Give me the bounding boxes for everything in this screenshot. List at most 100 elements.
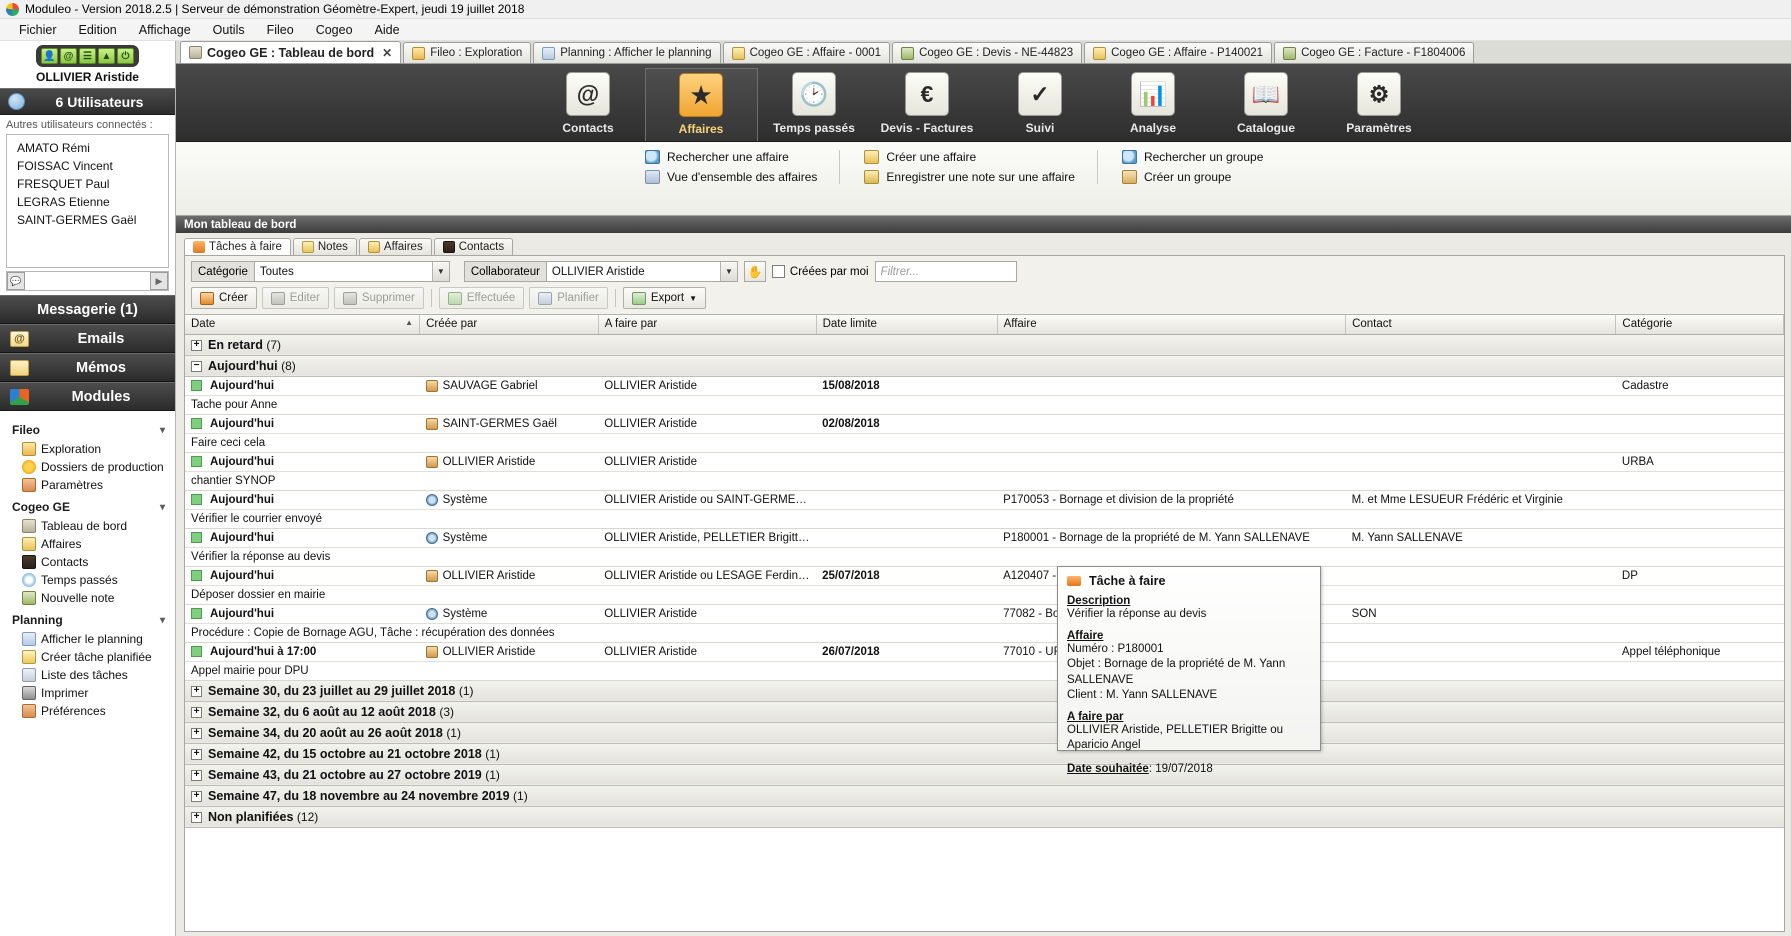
group-row-semaine-42[interactable]: + Semaine 42, du 15 octobre au 21 octobre… (185, 743, 1784, 765)
user-icon[interactable]: 👤 (41, 48, 58, 64)
table-row[interactable]: Aujourd'hui Système OLLIVIER Aristide, P… (185, 528, 1784, 548)
table-row-subtitle[interactable]: Faire ceci cela (185, 433, 1784, 453)
table-row[interactable]: Aujourd'hui à 17:00 OLLIVIER Aristide OL… (185, 642, 1784, 662)
table-row-subtitle[interactable]: Tache pour Anne (185, 395, 1784, 415)
tab-fileo-exploration[interactable]: Fileo : Exploration (403, 42, 532, 63)
tab-affaire-p140021[interactable]: Cogeo GE : Affaire - P140021 (1084, 42, 1273, 63)
table-row-subtitle[interactable]: Procédure : Copie de Bornage AGU, Tâche … (185, 623, 1784, 643)
table-row-subtitle[interactable]: Déposer dossier en mairie (185, 585, 1784, 605)
planifier-button[interactable]: Planifier (529, 287, 608, 309)
sidebar-item-imprimer[interactable]: Imprimer (0, 684, 175, 702)
expand-icon[interactable]: + (191, 685, 202, 697)
sidebar-item-dossiers-production[interactable]: Dossiers de production (0, 458, 175, 476)
editer-button[interactable]: Editer (261, 287, 329, 309)
table-row[interactable]: Aujourd'hui SAUVAGE Gabriel OLLIVIER Ari… (185, 376, 1784, 396)
link-enregistrer-note-affaire[interactable]: Enregistrer une note sur une affaire (864, 170, 1075, 184)
sidebar-item-preferences[interactable]: Préférences (0, 702, 175, 720)
supprimer-button[interactable]: Supprimer (333, 287, 424, 309)
col-date-limite[interactable]: Date limite (816, 315, 998, 335)
table-row-subtitle[interactable]: Appel mairie pour DPU (185, 661, 1784, 681)
contacts-icon[interactable]: ☰ (79, 48, 96, 64)
list-item[interactable]: SAINT-GERMES Gaël (7, 211, 168, 229)
export-button[interactable]: Export ▼ (622, 287, 706, 309)
chevron-down-icon[interactable]: ▼ (431, 262, 449, 281)
menu-aide[interactable]: Aide (364, 21, 411, 39)
tab-notes[interactable]: Notes (292, 238, 357, 255)
table-row[interactable]: Aujourd'hui SAINT-GERMES Gaël OLLIVIER A… (185, 414, 1784, 434)
sidebar-item-affaires[interactable]: Affaires (0, 535, 175, 553)
group-row-semaine-34[interactable]: + Semaine 34, du 20 août au 26 août 2018 … (185, 722, 1784, 744)
sidebar-item-tableau-de-bord[interactable]: Tableau de bord (0, 517, 175, 535)
col-affaire[interactable]: Affaire (997, 315, 1347, 335)
tab-taches-a-faire[interactable]: Tâches à faire (184, 238, 291, 255)
ribbon-contacts[interactable]: @ Contacts (532, 68, 645, 141)
connected-users-list[interactable]: AMATO Rémi FOISSAC Vincent FRESQUET Paul… (6, 134, 169, 268)
sidebar-item-afficher-planning[interactable]: Afficher le planning (0, 630, 175, 648)
menu-edition[interactable]: Edition (68, 21, 128, 39)
chevron-down-icon[interactable]: ▾ (160, 425, 165, 436)
col-a-faire-par[interactable]: A faire par (598, 315, 817, 335)
group-row-non-planifiees[interactable]: + Non planifiées (12) (185, 806, 1784, 828)
expand-icon[interactable]: + (191, 769, 202, 781)
col-categorie[interactable]: Catégorie (1615, 315, 1784, 335)
list-item[interactable]: FOISSAC Vincent (7, 157, 168, 175)
group-row-semaine-43[interactable]: + Semaine 43, du 21 octobre au 27 octobre… (185, 764, 1784, 786)
expand-icon[interactable]: + (191, 706, 202, 718)
group-row-aujourdhui[interactable]: − Aujourd'hui (8) (185, 355, 1784, 377)
list-item[interactable]: FRESQUET Paul (7, 175, 168, 193)
ribbon-affaires[interactable]: ★ Affaires (644, 68, 758, 141)
sidebar-bar-modules[interactable]: Modules (0, 382, 175, 411)
menu-fichier[interactable]: Fichier (8, 21, 68, 39)
sidebar-item-parametres-fileo[interactable]: Paramètres (0, 476, 175, 494)
sidebar-item-contacts[interactable]: Contacts (0, 553, 175, 571)
map-icon[interactable]: ▲ (98, 48, 115, 64)
table-row[interactable]: Aujourd'hui OLLIVIER Aristide OLLIVIER A… (185, 566, 1784, 586)
ribbon-devis-factures[interactable]: € Devis - Factures (871, 68, 984, 141)
chevron-down-icon[interactable]: ▾ (160, 615, 165, 626)
search-input[interactable]: Filtrer... (874, 261, 1017, 282)
tab-devis-ne-44823[interactable]: Cogeo GE : Devis - NE-44823 (892, 42, 1083, 63)
ribbon-analyse[interactable]: 📊 Analyse (1097, 68, 1210, 141)
tab-facture-f1804006[interactable]: Cogeo GE : Facture - F1804006 (1274, 42, 1475, 63)
list-item[interactable]: AMATO Rémi (7, 139, 168, 157)
nav-group-fileo[interactable]: Fileo ▾ (0, 417, 175, 440)
menu-outils[interactable]: Outils (202, 21, 256, 39)
sidebar-bar-emails[interactable]: @ Emails (0, 324, 175, 353)
expand-icon[interactable]: + (191, 748, 202, 760)
at-icon[interactable]: @ (60, 48, 77, 64)
link-vue-ensemble-affaires[interactable]: Vue d'ensemble des affaires (645, 170, 817, 184)
ribbon-parametres[interactable]: ⚙ Paramètres (1323, 68, 1436, 141)
creees-par-moi-checkbox[interactable]: Créées par moi (771, 265, 869, 278)
group-row-semaine-47[interactable]: + Semaine 47, du 18 novembre au 24 novemb… (185, 785, 1784, 807)
hand-icon[interactable]: ✋ (743, 261, 766, 282)
group-row-semaine-30[interactable]: + Semaine 30, du 23 juillet au 29 juillet… (185, 680, 1784, 702)
table-row[interactable]: Aujourd'hui Système OLLIVIER Aristide ou… (185, 490, 1784, 510)
col-creee-par[interactable]: Créée par (419, 315, 599, 335)
table-row[interactable]: Aujourd'hui Système OLLIVIER Aristide 77… (185, 604, 1784, 624)
ribbon-suivi[interactable]: ✓ Suivi (984, 68, 1097, 141)
effectuee-button[interactable]: Effectuée (438, 287, 525, 309)
checkbox-box[interactable] (771, 265, 785, 278)
categorie-select[interactable]: Toutes ▼ (253, 261, 450, 282)
sidebar-bar-messagerie[interactable]: Messagerie (1) (0, 295, 175, 324)
link-rechercher-un-groupe[interactable]: Rechercher un groupe (1121, 150, 1263, 164)
ribbon-catalogue[interactable]: 📖 Catalogue (1210, 68, 1323, 141)
table-row[interactable]: Aujourd'hui OLLIVIER Aristide OLLIVIER A… (185, 452, 1784, 472)
tab-affaire-0001[interactable]: Cogeo GE : Affaire - 0001 (722, 42, 891, 63)
sidebar-item-nouvelle-note[interactable]: Nouvelle note (0, 589, 175, 607)
table-row-subtitle[interactable]: Vérifier la réponse au devis (185, 547, 1784, 567)
chat-icon[interactable]: 💬 (7, 272, 25, 290)
menu-cogeo[interactable]: Cogeo (305, 21, 364, 39)
chevron-down-icon[interactable]: ▾ (160, 502, 165, 513)
sidebar-bar-memos[interactable]: Mémos (0, 353, 175, 382)
sidebar-item-liste-des-taches[interactable]: Liste des tâches (0, 666, 175, 684)
menu-fileo[interactable]: Fileo (256, 21, 305, 39)
sidebar-item-exploration[interactable]: Exploration (0, 440, 175, 458)
menu-affichage[interactable]: Affichage (128, 21, 202, 39)
link-rechercher-une-affaire[interactable]: Rechercher une affaire (645, 150, 817, 164)
group-row-en-retard[interactable]: + En retard (7) (185, 334, 1784, 356)
close-icon[interactable]: ✕ (382, 46, 392, 60)
collaborateur-select[interactable]: OLLIVIER Aristide ▼ (545, 261, 738, 282)
expand-icon[interactable]: + (191, 811, 202, 823)
nav-group-cogeo-ge[interactable]: Cogeo GE ▾ (0, 494, 175, 517)
